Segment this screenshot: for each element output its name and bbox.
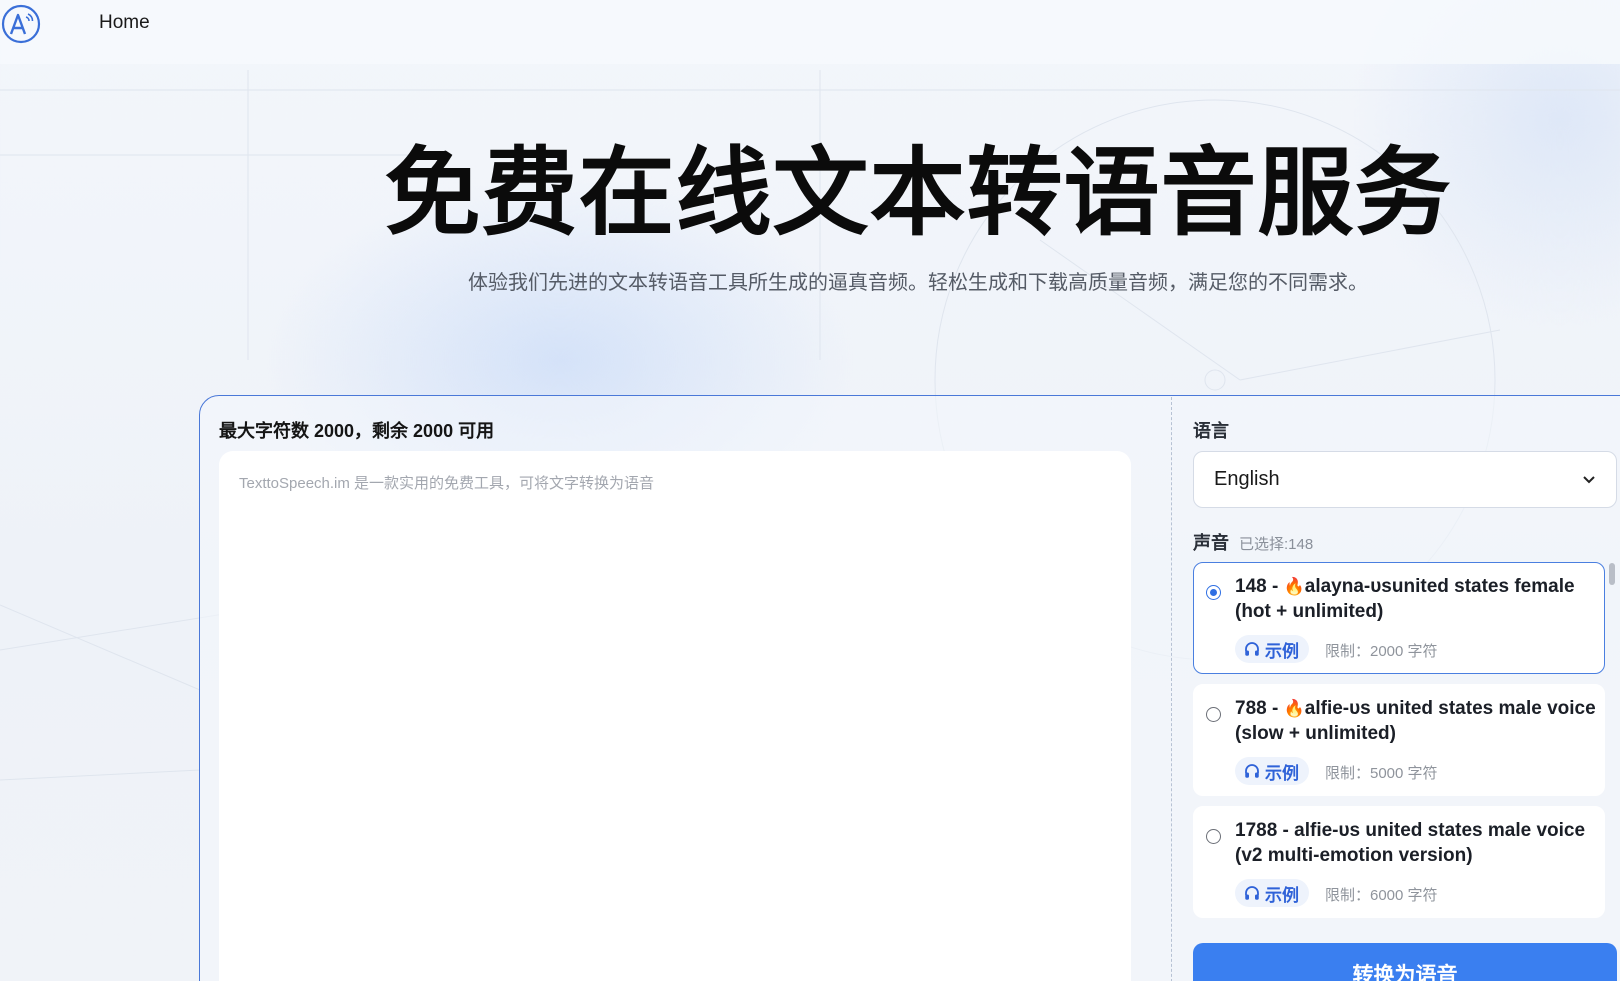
voice-name: 788 - 🔥alfie-ᴜs united states male voice…	[1235, 696, 1597, 746]
voice-radio[interactable]	[1206, 585, 1221, 600]
sample-label: 示例	[1265, 763, 1299, 783]
voice-selected-count: 已选择:148	[1239, 536, 1314, 553]
page-title: 免费在线文本转语音服务	[384, 137, 1452, 249]
voice-label-row: 声音 已选择:148	[1193, 529, 1313, 555]
voice-item[interactable]: 788 - 🔥alfie-ᴜs united states male voice…	[1193, 684, 1605, 796]
voice-id: 1788 -	[1235, 820, 1295, 841]
page-subtitle: 体验我们先进的文本转语音工具所生成的逼真音频。轻松生成和下载高质量音频，满足您的…	[468, 272, 1368, 294]
char-count-label: 最大字符数 2000，剩余 2000 可用	[219, 421, 495, 441]
voice-list: 148 - 🔥alayna-ᴜsunited states female (ho…	[1193, 562, 1605, 922]
chevron-down-icon	[1582, 472, 1596, 488]
voice-limit: 限制：2000 字符	[1325, 643, 1438, 660]
sample-button[interactable]: 示例	[1235, 635, 1309, 663]
language-label: 语言	[1193, 421, 1229, 441]
language-select[interactable]: English	[1193, 451, 1617, 508]
voice-list-scrollbar[interactable]	[1609, 563, 1615, 585]
voice-limit: 限制：6000 字符	[1325, 887, 1438, 904]
headphones-icon	[1245, 764, 1259, 778]
fire-icon: 🔥	[1283, 577, 1305, 596]
nav-home-link[interactable]: Home	[99, 12, 150, 34]
top-header: Home	[0, 0, 1620, 64]
sample-label: 示例	[1265, 641, 1299, 661]
headphones-icon	[1245, 886, 1259, 900]
voice-item[interactable]: 1788 - alfie-ᴜs united states male voice…	[1193, 806, 1605, 918]
headphones-icon	[1245, 642, 1259, 656]
voice-item[interactable]: 148 - 🔥alayna-ᴜsunited states female (ho…	[1193, 562, 1605, 674]
language-select-value: English	[1214, 468, 1280, 490]
sample-button[interactable]: 示例	[1235, 757, 1309, 785]
voice-name: 148 - 🔥alayna-ᴜsunited states female (ho…	[1235, 574, 1597, 624]
voice-name: 1788 - alfie-ᴜs united states male voice…	[1235, 818, 1597, 868]
voice-radio[interactable]	[1206, 829, 1221, 844]
voice-id: 788 -	[1235, 698, 1284, 719]
logo-icon[interactable]	[1, 4, 41, 44]
convert-button[interactable]: 转换为语音	[1193, 943, 1617, 981]
sample-label: 示例	[1265, 885, 1299, 905]
sample-button[interactable]: 示例	[1235, 879, 1309, 907]
voice-label: 声音	[1193, 533, 1229, 553]
card-divider	[1171, 397, 1172, 981]
voice-limit: 限制：5000 字符	[1325, 765, 1438, 782]
fire-icon: 🔥	[1283, 699, 1305, 718]
voice-radio[interactable]	[1206, 707, 1221, 722]
voice-id: 148 -	[1235, 576, 1284, 597]
text-input[interactable]	[219, 451, 1131, 981]
